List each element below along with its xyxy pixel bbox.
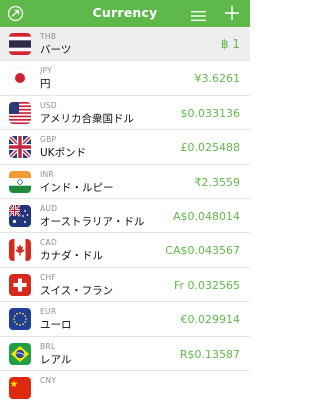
currency-name: バーツ: [40, 44, 72, 56]
currency-row-cad[interactable]: CAD カナダ・ドル CA$0.043567: [0, 233, 250, 268]
currency-code: CNY: [40, 375, 57, 385]
currency-value[interactable]: ฿ 1: [221, 37, 240, 51]
eu-flag-icon: [9, 308, 31, 331]
currency-name: 円: [40, 78, 51, 91]
currency-name: インド・ルピー: [40, 181, 114, 194]
japan-flag-icon: [9, 67, 31, 90]
switzerland-flag-icon: [9, 273, 31, 296]
currency-value[interactable]: $0.033136: [181, 107, 241, 120]
thailand-flag-icon: [9, 33, 31, 55]
currency-code: BRL: [40, 341, 56, 351]
currency-row-jpy[interactable]: JPY 円 ¥3.6261: [0, 61, 250, 96]
currency-value[interactable]: ₹2.3559: [195, 176, 241, 189]
currency-list: THB バーツ ฿ 1 JPY 円 ¥3.6261 USD アメリカ合衆国ドル …: [0, 27, 250, 402]
china-flag-icon: [9, 376, 31, 399]
page-title: Currency: [92, 5, 158, 20]
currency-code: EUR: [40, 307, 57, 317]
currency-name: アメリカ合衆国ドル: [40, 112, 134, 125]
usa-flag-icon: [9, 101, 31, 124]
currency-code: AUD: [40, 203, 58, 213]
menu-icon[interactable]: [191, 7, 206, 21]
currency-name: オーストラリア・ドル: [40, 215, 145, 228]
currency-row-usd[interactable]: USD アメリカ合衆国ドル $0.033136: [0, 95, 250, 131]
currency-value[interactable]: €0.029914: [181, 313, 241, 326]
australia-flag-icon: [9, 204, 31, 227]
currency-name: UKポンド: [40, 147, 87, 160]
currency-code: INR: [40, 169, 54, 179]
canada-flag-icon: [9, 239, 31, 262]
currency-code: CAD: [40, 238, 58, 248]
india-flag-icon: [9, 170, 31, 193]
uk-flag-icon: [9, 136, 31, 159]
currency-code: GBP: [40, 135, 57, 145]
brazil-flag-icon: [9, 342, 31, 365]
currency-value[interactable]: ¥3.6261: [195, 72, 241, 85]
currency-row-brl[interactable]: BRL レアル R$0.13587: [0, 336, 250, 371]
currency-row-inr[interactable]: INR インド・ルピー ₹2.3559: [0, 164, 250, 199]
currency-row-thb[interactable]: THB バーツ ฿ 1: [0, 27, 250, 62]
currency-code: JPY: [40, 66, 53, 76]
currency-code: CHF: [40, 272, 57, 282]
currency-row-chf[interactable]: CHF スイス・フラン Fr 0.032565: [0, 267, 250, 303]
currency-name: ユーロ: [40, 319, 72, 332]
currency-row-cny[interactable]: CNY: [0, 370, 250, 402]
currency-name: レアル: [40, 353, 72, 366]
currency-value[interactable]: Fr 0.032565: [174, 279, 240, 292]
add-currency-button[interactable]: [224, 5, 240, 21]
currency-value[interactable]: A$0.048014: [173, 210, 240, 223]
currency-row-gbp[interactable]: GBP UKポンド £0.025488: [0, 130, 250, 165]
currency-row-aud[interactable]: AUD オーストラリア・ドル A$0.048014: [0, 198, 250, 234]
currency-name: カナダ・ドル: [40, 250, 103, 263]
currency-value[interactable]: CA$0.043567: [165, 244, 240, 257]
app-header: Currency: [0, 0, 250, 27]
currency-name: スイス・フラン: [40, 284, 114, 297]
currency-value[interactable]: R$0.13587: [180, 348, 240, 361]
currency-row-eur[interactable]: EUR ユーロ €0.029914: [0, 302, 250, 337]
plus-icon: [225, 6, 239, 20]
currency-value[interactable]: £0.025488: [181, 141, 241, 154]
currency-code: USD: [40, 100, 57, 110]
currency-code: THB: [40, 32, 57, 41]
